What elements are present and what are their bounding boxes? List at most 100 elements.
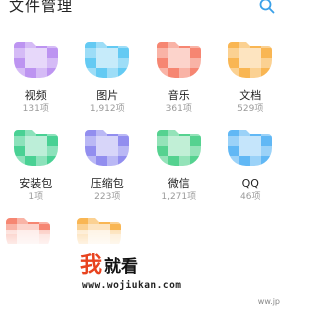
category-label: QQ [241,177,259,190]
icon-pixel [239,58,251,68]
icon-pixel [35,156,47,166]
icon-pixel [156,156,168,166]
icon-pixel [156,130,168,136]
icon-pixel [118,68,130,78]
icon-pixel [107,136,119,146]
category-label: 视频 [24,89,47,102]
icon-pixel [261,58,273,68]
category-archives[interactable]: 压缩包 223项 [72,126,144,208]
icon-pixel [35,130,47,136]
icon-pixel [35,146,47,156]
icon-pixel [178,58,190,68]
icon-pixel [118,130,130,136]
icon-pixel [85,68,97,78]
folder-shape [228,42,273,78]
icon-pixel [118,136,130,146]
icon-pixel [96,42,108,48]
app-header: 文件管理 [0,0,286,22]
icon-pixel [178,146,190,156]
icon-pixel [261,136,273,146]
icon-pixel [107,58,119,68]
icon-pixel [239,156,251,166]
icon-pixel [35,42,47,48]
icon-pixel [228,146,240,156]
search-icon[interactable] [258,0,276,15]
category-label: 压缩包 [90,177,124,190]
icon-pixel [46,42,58,48]
icon-pixel [85,48,97,58]
category-count: 361项 [165,104,192,114]
category-video[interactable]: 视频 131项 [0,38,72,120]
icon-pixel [96,156,108,166]
icon-pixel [189,42,201,48]
icon-pixel [13,136,25,146]
category-count: 46项 [240,192,261,202]
category-images[interactable]: 图片 1,912项 [72,38,144,120]
icon-pixel [85,136,97,146]
icon-pixel [189,68,201,78]
icon-pixel [261,146,273,156]
icon-pixel [156,42,168,48]
icon-pixel [250,68,262,78]
icon-pixel [228,136,240,146]
category-count: 1,912项 [89,104,125,114]
icon-pixel [24,156,36,166]
icon-pixel [178,42,190,48]
icon-pixel [28,218,39,224]
category-qq[interactable]: QQ 46项 [215,126,287,208]
icon-pixel [118,48,130,58]
icon-pixel [107,146,119,156]
icon-pixel [239,136,251,146]
icon-pixel [118,156,130,166]
icon-pixel [77,218,88,224]
icon-pixel [261,156,273,166]
category-music[interactable]: 音乐 361项 [143,38,215,120]
icon-pixel [118,58,130,68]
icon-pixel [24,68,36,78]
icon-pixel [250,146,262,156]
icon-pixel [239,68,251,78]
icon-pixel [96,146,108,156]
icon-pixel [13,156,25,166]
category-documents[interactable]: 文档 529项 [215,38,287,120]
icon-pixel [13,146,25,156]
icon-pixel [228,58,240,68]
icon-pixel [13,58,25,68]
icon-pixel [107,68,119,78]
icon-pixel [189,146,201,156]
icon-pixel [189,130,201,136]
icon-pixel [239,146,251,156]
category-grid: 视频 131项 图片 1,912项 音乐 361项 文档 529项 安装包 1项… [0,38,286,208]
category-packages[interactable]: 安装包 1项 [0,126,72,208]
category-label: 图片 [96,89,119,102]
icon-pixel [107,48,119,58]
icon-pixel [261,130,273,136]
icon-pixel [250,130,262,136]
icon-pixel [85,130,97,136]
icon-pixel [24,146,36,156]
folder-shape [13,42,58,78]
folder-shape [156,42,201,78]
icon-pixel [239,48,251,58]
folder-shape [85,130,130,166]
icon-pixel [39,218,50,224]
category-count: 131项 [22,104,49,114]
video-folder-icon [13,38,58,78]
icon-pixel [24,48,36,58]
icon-pixel [156,68,168,78]
icon-pixel [85,146,97,156]
category-count: 223项 [94,192,121,202]
category-count: 529项 [237,104,264,114]
icon-pixel [35,48,47,58]
icon-pixel [24,136,36,146]
icon-pixel [167,48,179,58]
icon-pixel [239,130,251,136]
corner-watermark: ww.jp [257,297,280,306]
icon-pixel [167,156,179,166]
icon-pixel [261,68,273,78]
page-title: 文件管理 [9,0,74,15]
icon-pixel [46,48,58,58]
icon-pixel [46,58,58,68]
category-wechat[interactable]: 微信 1,271项 [143,126,215,208]
icon-pixel [228,42,240,48]
